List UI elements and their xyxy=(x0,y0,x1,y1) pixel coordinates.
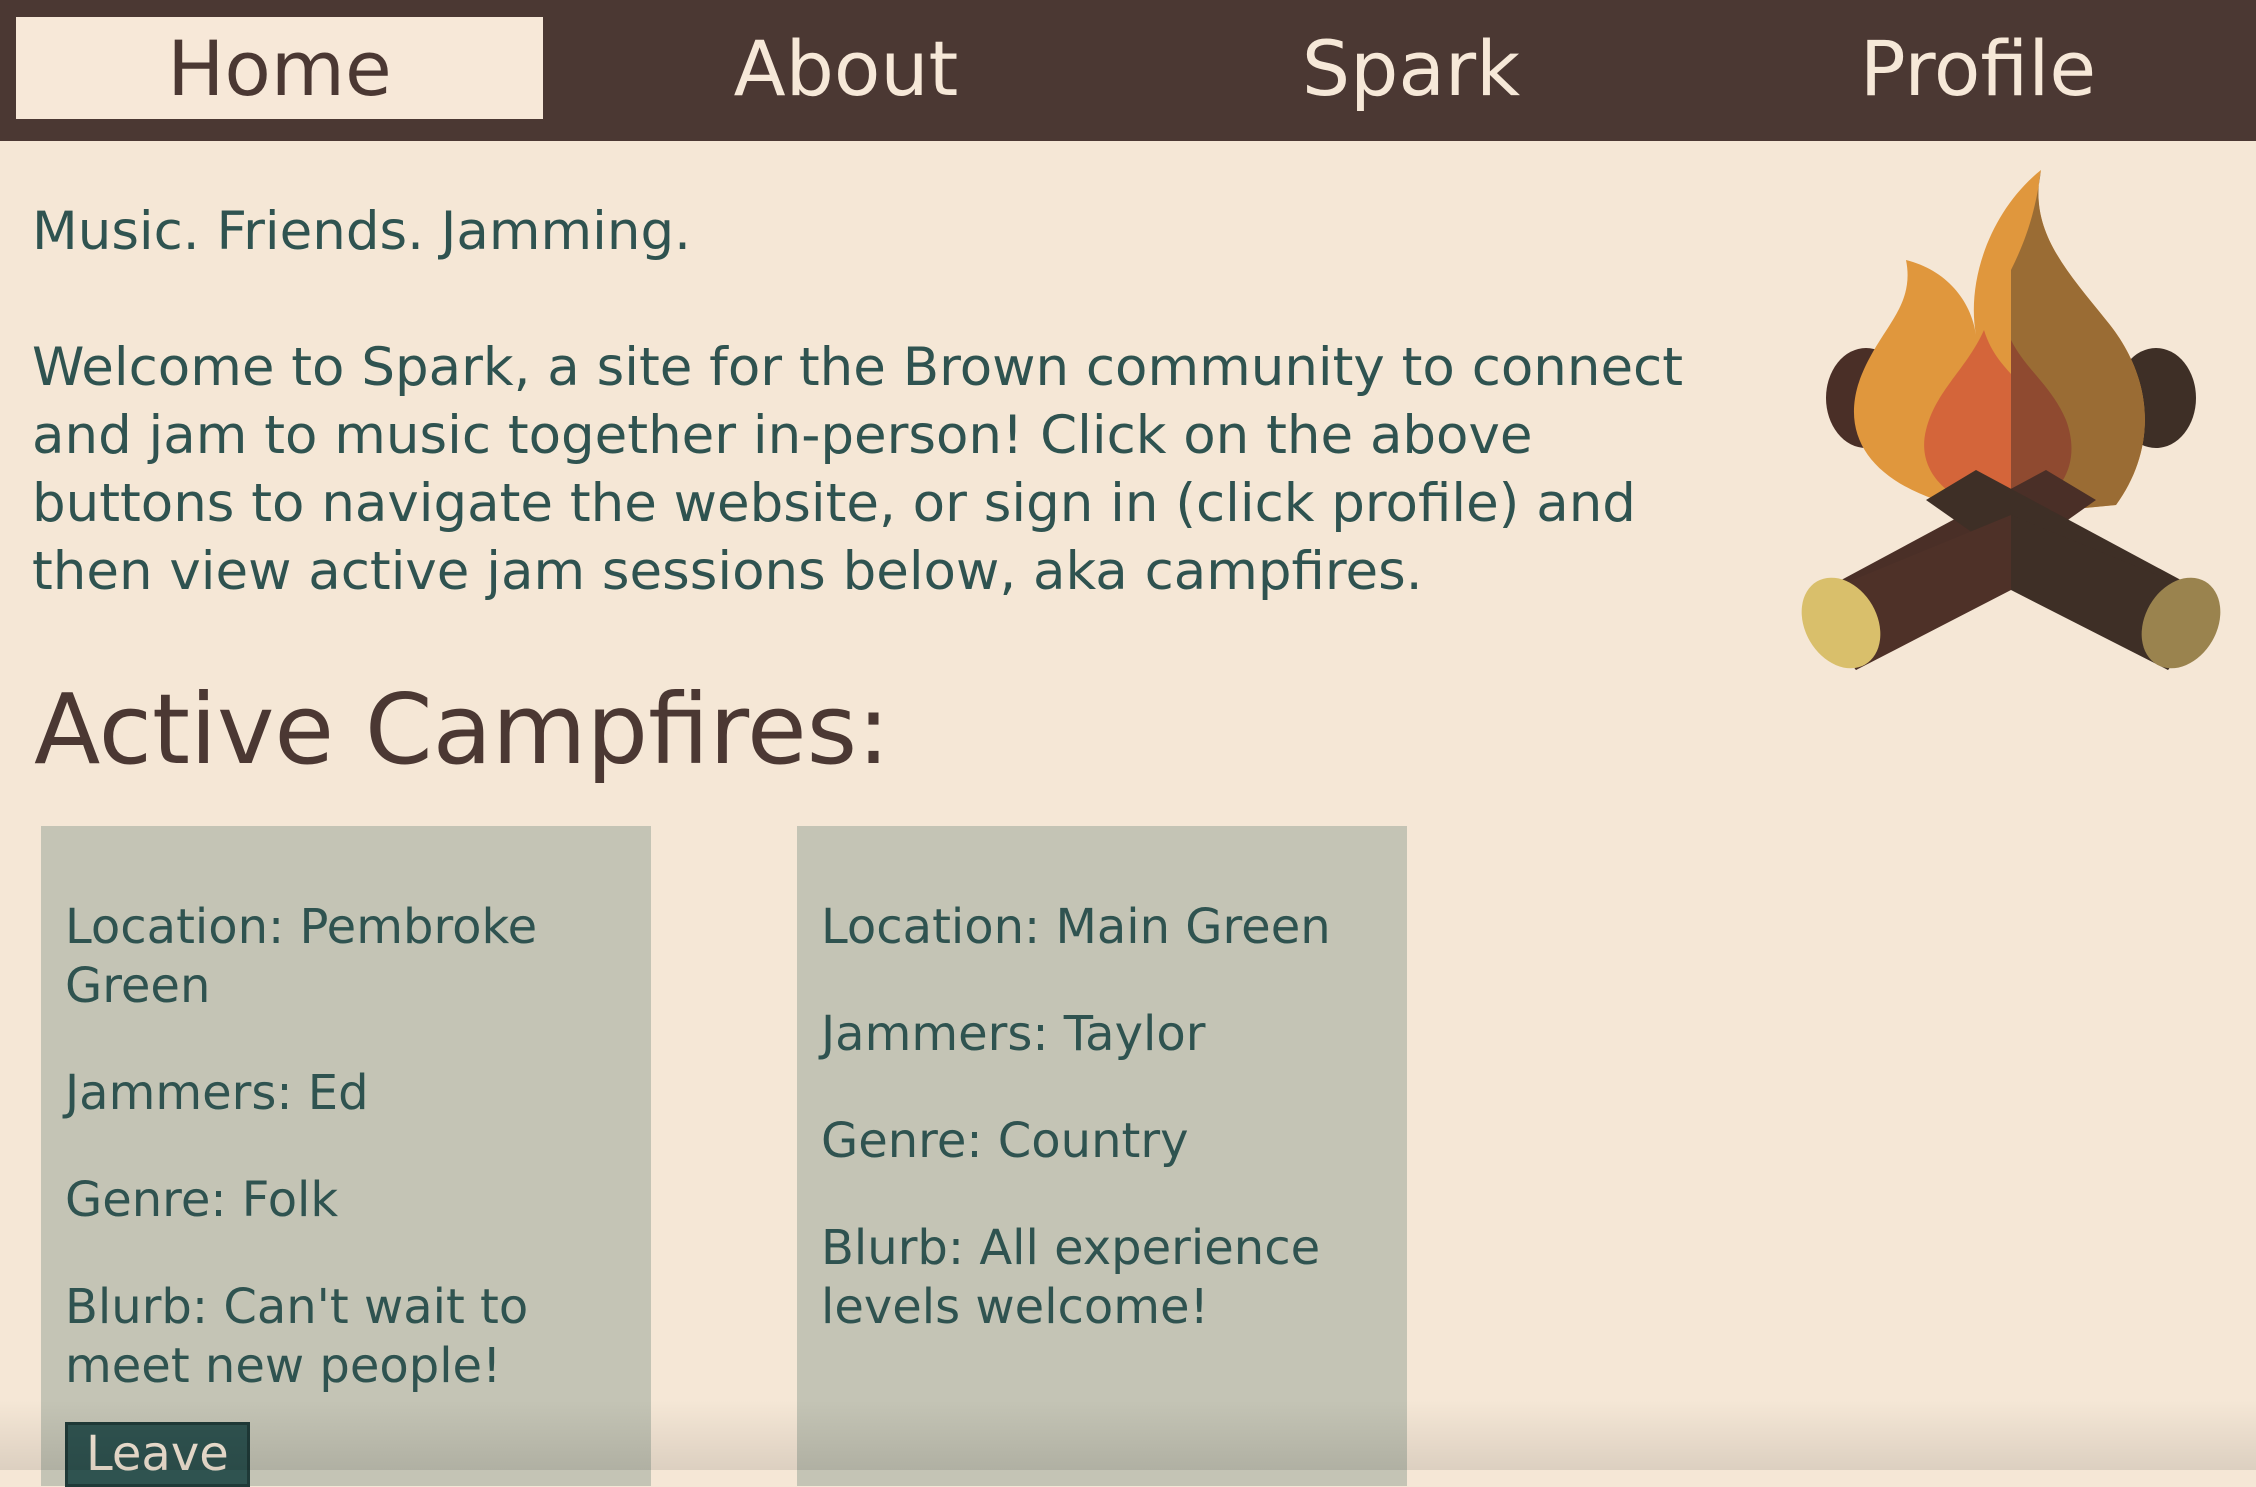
nav-spark[interactable]: Spark xyxy=(1128,17,1694,119)
campfire-genre: Genre: Country xyxy=(821,1113,1189,1169)
nav-profile[interactable]: Profile xyxy=(1700,17,2256,119)
leave-button[interactable]: Leave xyxy=(65,1422,250,1487)
campfire-location: Location: Main Green xyxy=(821,899,1331,955)
campfire-genre: Genre: Folk xyxy=(65,1172,339,1228)
campfire-blurb: Blurb: Can't wait to meet new people! xyxy=(65,1279,529,1394)
campfire-icon xyxy=(1801,170,2221,670)
active-campfires-heading: Active Campfires: xyxy=(34,673,890,786)
welcome-text: Welcome to Spark, a site for the Brown c… xyxy=(32,337,1683,602)
campfire-jammers: Jammers: Taylor xyxy=(821,1006,1206,1062)
top-navigation: Home About Spark Profile xyxy=(0,0,2256,141)
campfire-jammers: Jammers: Ed xyxy=(65,1065,369,1121)
campfire-blurb: Blurb: All experience levels welcome! xyxy=(821,1220,1321,1335)
tagline: Music. Friends. Jamming. xyxy=(32,201,691,262)
campfire-location: Location: Pembroke Green xyxy=(65,899,538,1014)
nav-about[interactable]: About xyxy=(566,17,1126,119)
nav-home[interactable]: Home xyxy=(16,17,543,119)
campfire-card: Location: Pembroke Green Jammers: Ed Gen… xyxy=(41,826,651,1487)
campfire-card: Location: Main Green Jammers: Taylor Gen… xyxy=(797,826,1407,1486)
